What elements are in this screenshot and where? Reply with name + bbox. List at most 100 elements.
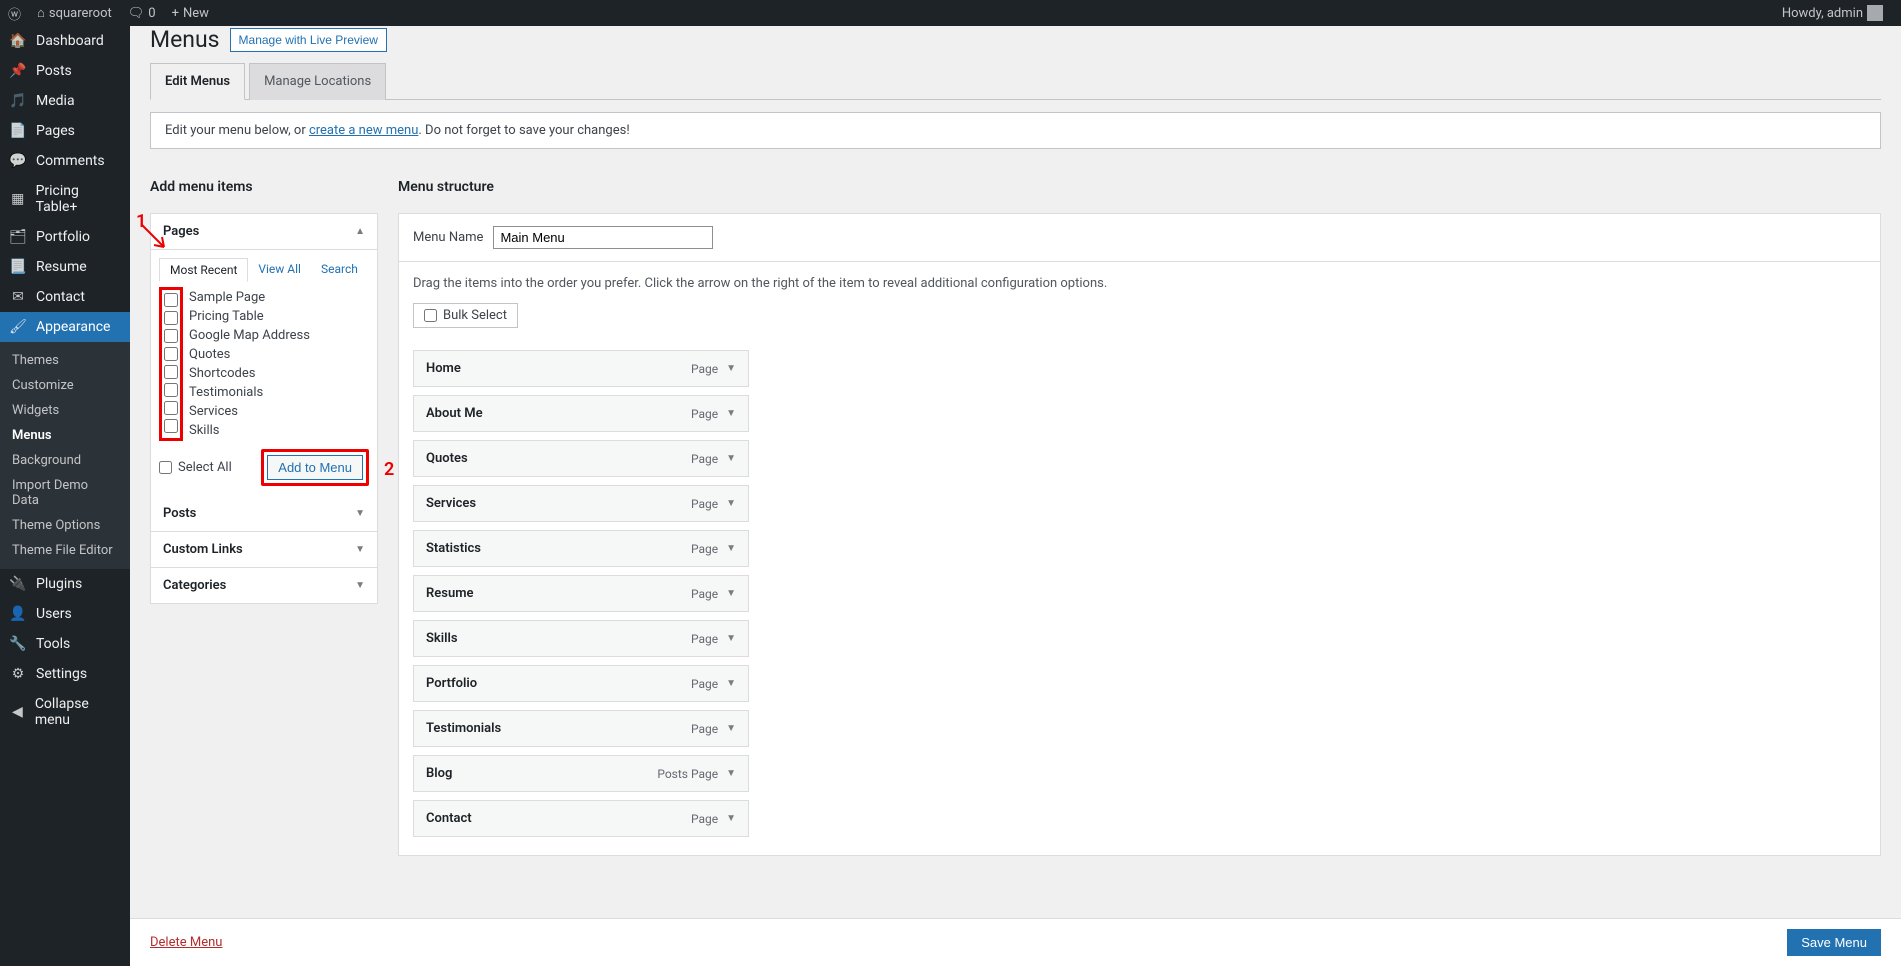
- create-new-menu-link[interactable]: create a new menu: [309, 123, 418, 138]
- menu-item-testimonials[interactable]: TestimonialsPage▼: [413, 710, 749, 747]
- menu-item-blog[interactable]: BlogPosts Page▼: [413, 755, 749, 792]
- sidebar-sub-import-demo-data[interactable]: Import Demo Data: [0, 473, 130, 513]
- page-item[interactable]: Shortcodes: [189, 364, 369, 383]
- chevron-down-icon[interactable]: ▼: [726, 588, 736, 599]
- page-item-label: Google Map Address: [189, 328, 310, 343]
- page-item[interactable]: Google Map Address: [189, 326, 369, 345]
- comments-link[interactable]: 🗨0: [120, 0, 164, 26]
- page-item[interactable]: Testimonials: [189, 383, 369, 402]
- sidebar-sub-customize[interactable]: Customize: [0, 373, 130, 398]
- page-item[interactable]: Skills: [189, 421, 369, 440]
- inner-tab-view-all[interactable]: View All: [248, 258, 311, 281]
- chevron-down-icon[interactable]: ▼: [726, 633, 736, 644]
- sidebar-item-contact[interactable]: ✉Contact: [0, 282, 130, 312]
- page-checkbox[interactable]: [164, 383, 178, 397]
- chevron-down-icon[interactable]: ▼: [726, 363, 736, 374]
- menu-item-portfolio[interactable]: PortfolioPage▼: [413, 665, 749, 702]
- menu-item-services[interactable]: ServicesPage▼: [413, 485, 749, 522]
- sidebar-item-tools[interactable]: 🔧Tools: [0, 629, 130, 659]
- menu-item-home[interactable]: HomePage▼: [413, 350, 749, 387]
- sidebar-sub-theme-file-editor[interactable]: Theme File Editor: [0, 538, 130, 563]
- posts-accordion-label: Posts: [163, 506, 196, 521]
- page-item-label: Quotes: [189, 347, 230, 362]
- chevron-down-icon[interactable]: ▼: [726, 543, 736, 554]
- wp-logo[interactable]: ⓦ: [0, 0, 29, 26]
- chevron-down-icon[interactable]: ▼: [726, 453, 736, 464]
- plug-icon: 🔌: [8, 576, 28, 592]
- sidebar-sub-widgets[interactable]: Widgets: [0, 398, 130, 423]
- custom-links-accordion-toggle[interactable]: Custom Links ▼: [151, 532, 377, 568]
- inner-tab-search[interactable]: Search: [311, 258, 368, 281]
- posts-accordion-toggle[interactable]: Posts ▼: [151, 496, 377, 532]
- structure-heading: Menu structure: [398, 179, 1881, 195]
- sidebar-sub-themes[interactable]: Themes: [0, 348, 130, 373]
- tab-edit-menus[interactable]: Edit Menus: [150, 63, 245, 100]
- page-checkbox[interactable]: [164, 293, 178, 307]
- categories-accordion-toggle[interactable]: Categories ▼: [151, 568, 377, 603]
- page-item[interactable]: Sample Page: [189, 288, 369, 307]
- select-all-checkbox[interactable]: [159, 461, 172, 474]
- sidebar-item-label: Users: [36, 606, 72, 622]
- menu-item-contact[interactable]: ContactPage▼: [413, 800, 749, 837]
- page-checkbox[interactable]: [164, 365, 178, 379]
- sidebar-sub-menus[interactable]: Menus: [0, 423, 130, 448]
- new-link[interactable]: +New: [164, 0, 217, 26]
- menu-item-statistics[interactable]: StatisticsPage▼: [413, 530, 749, 567]
- delete-menu-link[interactable]: Delete Menu: [150, 935, 222, 950]
- sidebar-item-label: Dashboard: [36, 33, 104, 49]
- menu-name-input[interactable]: [493, 226, 713, 249]
- sidebar-item-users[interactable]: 👤Users: [0, 599, 130, 629]
- mail-icon: ✉: [8, 289, 28, 305]
- menu-item-about-me[interactable]: About MePage▼: [413, 395, 749, 432]
- page-item[interactable]: Pricing Table: [189, 307, 369, 326]
- save-menu-button[interactable]: Save Menu: [1787, 929, 1881, 956]
- sidebar-item-pricing-table-[interactable]: ▦Pricing Table+: [0, 176, 130, 222]
- page-checkbox[interactable]: [164, 311, 178, 325]
- sidebar-item-dashboard[interactable]: 🏠Dashboard: [0, 26, 130, 56]
- page-item[interactable]: Quotes: [189, 345, 369, 364]
- menu-item-quotes[interactable]: QuotesPage▼: [413, 440, 749, 477]
- tab-manage-locations[interactable]: Manage Locations: [249, 63, 386, 100]
- sidebar-item-pages[interactable]: 📄Pages: [0, 116, 130, 146]
- inner-tab-most-recent[interactable]: Most Recent: [159, 258, 248, 282]
- site-link[interactable]: ⌂squareroot: [29, 0, 120, 26]
- sidebar-item-plugins[interactable]: 🔌Plugins: [0, 569, 130, 599]
- chevron-down-icon[interactable]: ▼: [726, 723, 736, 734]
- chevron-down-icon[interactable]: ▼: [726, 408, 736, 419]
- sidebar-item-portfolio[interactable]: 🗂Portfolio: [0, 222, 130, 252]
- chevron-down-icon[interactable]: ▼: [726, 498, 736, 509]
- live-preview-button[interactable]: Manage with Live Preview: [230, 28, 387, 52]
- select-all[interactable]: Select All: [159, 460, 232, 475]
- chevron-down-icon[interactable]: ▼: [726, 768, 736, 779]
- chevron-down-icon[interactable]: ▼: [726, 678, 736, 689]
- sidebar-item-settings[interactable]: ⚙Settings: [0, 659, 130, 689]
- sidebar-sub-theme-options[interactable]: Theme Options: [0, 513, 130, 538]
- page-item[interactable]: Services: [189, 402, 369, 421]
- sidebar-item-resume[interactable]: 📃Resume: [0, 252, 130, 282]
- home-icon: ⌂: [37, 5, 45, 21]
- add-to-menu-button[interactable]: Add to Menu: [267, 455, 363, 480]
- chevron-down-icon[interactable]: ▼: [726, 813, 736, 824]
- menu-item-resume[interactable]: ResumePage▼: [413, 575, 749, 612]
- pages-accordion-toggle[interactable]: Pages ▲: [151, 214, 377, 250]
- account-link[interactable]: Howdy, admin: [1774, 0, 1891, 26]
- sidebar-item-collapse-menu[interactable]: ◀Collapse menu: [0, 689, 130, 735]
- sidebar-sub-background[interactable]: Background: [0, 448, 130, 473]
- page-checkbox[interactable]: [164, 347, 178, 361]
- avatar: [1867, 5, 1883, 21]
- menu-item-skills[interactable]: SkillsPage▼: [413, 620, 749, 657]
- bulk-select-checkbox[interactable]: [424, 309, 437, 322]
- bulk-select[interactable]: Bulk Select: [413, 303, 518, 328]
- sidebar-item-appearance[interactable]: 🖌Appearance: [0, 312, 130, 342]
- sidebar-item-comments[interactable]: 💬Comments: [0, 146, 130, 176]
- menu-item-type: Page: [691, 812, 718, 826]
- page-icon: 📄: [8, 123, 28, 139]
- page-checkbox[interactable]: [164, 401, 178, 415]
- page-checkbox[interactable]: [164, 419, 178, 433]
- sidebar-item-media[interactable]: 🎵Media: [0, 86, 130, 116]
- wordpress-icon: ⓦ: [8, 4, 21, 23]
- page-checkbox[interactable]: [164, 329, 178, 343]
- sidebar-item-label: Resume: [36, 259, 87, 275]
- menu-name-label: Menu Name: [413, 230, 483, 245]
- sidebar-item-posts[interactable]: 📌Posts: [0, 56, 130, 86]
